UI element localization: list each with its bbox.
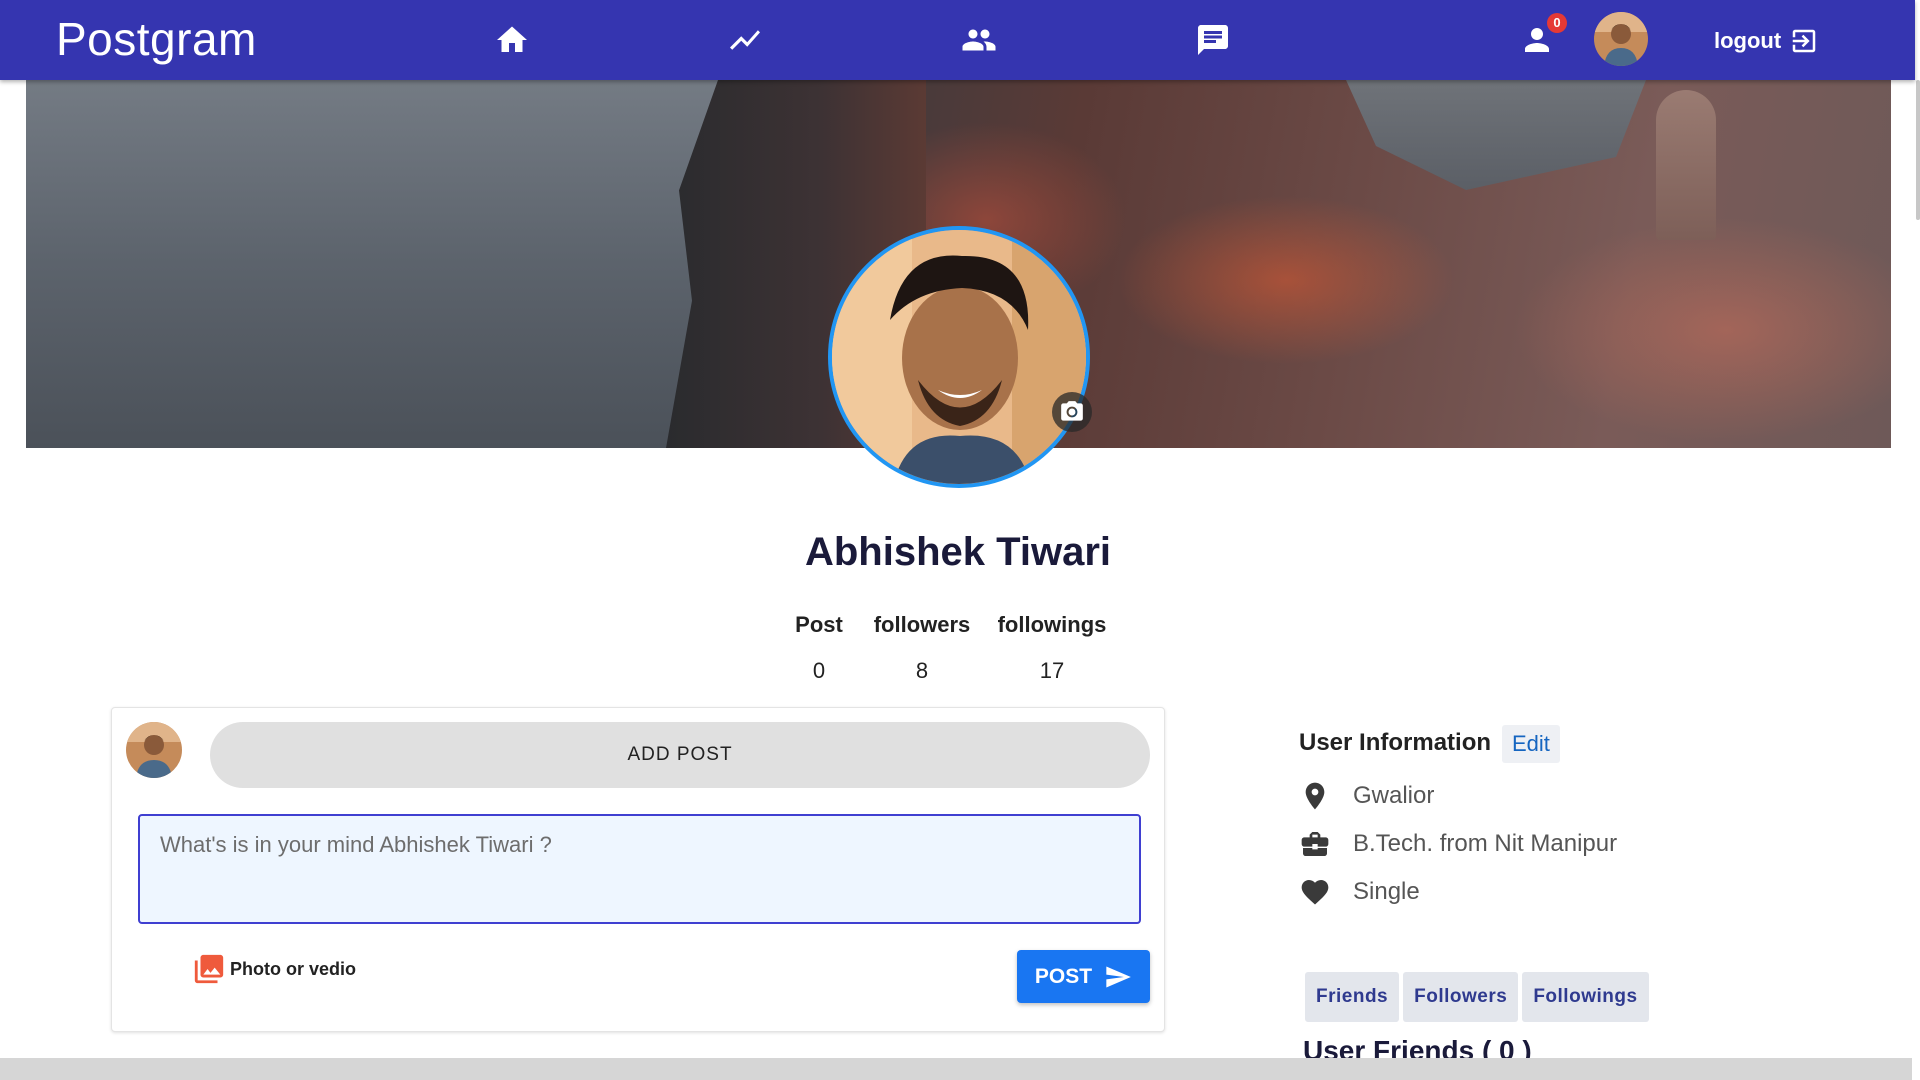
location-pin-icon [1305,782,1325,810]
briefcase-icon [1301,832,1329,856]
tab-friends[interactable]: Friends [1305,972,1400,1022]
photo-upload-button[interactable]: Photo or vedio [192,952,356,986]
top-navbar: Postgram 0 logout [0,0,1915,80]
stat-followers[interactable]: followers 8 [864,612,980,684]
user-info-title: User Information [1299,729,1492,756]
post-submit-label: POST [1034,964,1093,988]
stat-value: 8 [915,658,929,683]
person-icon[interactable]: 0 [1519,13,1567,58]
photo-library-icon [194,954,224,984]
stat-followings[interactable]: followings 17 [988,612,1116,684]
info-education: B.Tech. from Nit Manipur [1299,828,1617,860]
info-location-text: Gwalior [1353,782,1435,809]
post-avatar [126,722,182,778]
logout-icon [1792,29,1816,53]
tab-followers[interactable]: Followers [1403,972,1519,1022]
cover-tower [1656,90,1716,240]
info-relationship: Single [1299,876,1420,908]
stat-posts[interactable]: Post 0 [780,612,858,684]
add-post-button[interactable]: ADD POST [210,722,1150,788]
info-relationship-text: Single [1353,878,1420,905]
cover-bay [1346,80,1646,190]
profile-name: Abhishek Tiwari [804,530,1111,574]
stat-value: 0 [812,658,826,683]
stat-label: followings [997,612,1107,637]
post-text-input[interactable] [138,814,1141,924]
chat-icon[interactable] [1195,22,1231,58]
vertical-scrollbar[interactable] [1915,0,1920,1080]
change-photo-camera-icon[interactable] [1052,392,1092,432]
info-education-text: B.Tech. from Nit Manipur [1353,830,1618,857]
home-icon[interactable] [494,22,530,58]
scrollbar-thumb[interactable] [1916,80,1920,220]
post-submit-button[interactable]: POST [1017,950,1150,1003]
logout-label: logout [1714,28,1782,53]
horizontal-scrollbar[interactable] [0,1058,1912,1080]
photo-upload-label: Photo or vedio [230,958,356,979]
heart-icon [1301,880,1329,905]
profile-stats: Post 0 followers 8 followings 17 [780,612,1116,684]
nav-avatar[interactable] [1594,12,1648,66]
edit-info-button[interactable]: Edit [1502,725,1560,763]
tab-followings[interactable]: Followings [1522,972,1649,1022]
profile-picture[interactable] [828,226,1090,488]
create-post-card: ADD POST Photo or vedio POST [111,707,1165,1032]
info-location: Gwalior [1299,780,1434,812]
logout-button[interactable]: logout [1714,24,1819,58]
send-icon [1106,966,1131,987]
stat-label: Post [795,612,843,637]
trending-icon[interactable] [727,22,763,58]
connections-tabs: Friends Followers Followings [1305,972,1649,1022]
cover-sea [26,80,726,448]
brand-logo[interactable]: Postgram [56,12,257,66]
people-icon[interactable] [961,22,997,58]
notification-badge: 0 [1547,13,1567,33]
stat-label: followers [873,612,971,637]
stat-value: 17 [1039,658,1065,683]
